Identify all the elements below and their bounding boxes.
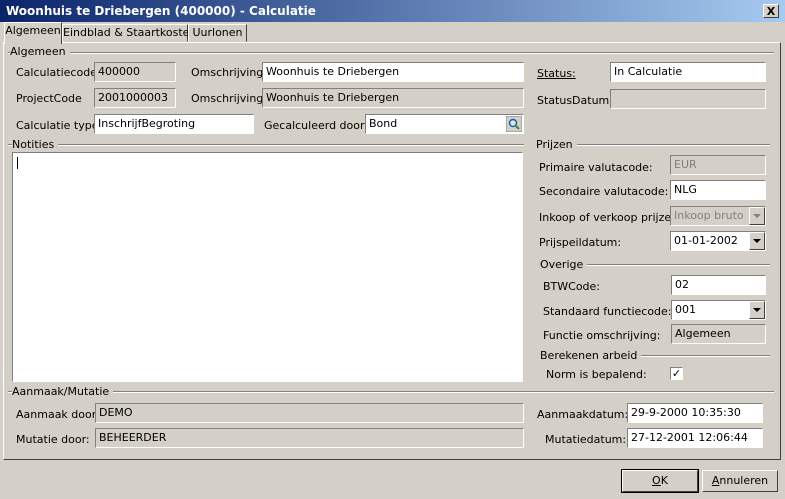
chevron-down-icon[interactable]	[749, 301, 765, 319]
projectcode-field: 2001000003	[94, 88, 176, 108]
projectcode-label: ProjectCode	[16, 92, 82, 105]
mutatie-divider	[8, 391, 774, 393]
aanmaakdatum-label: Aanmaakdatum:	[537, 408, 629, 421]
overige-title: Overige	[540, 258, 588, 271]
group-algemeen-title: Algemeen	[10, 45, 70, 58]
functieoms-field: Algemeen	[671, 324, 766, 344]
status-label-text: Status:	[537, 67, 576, 80]
btw-input[interactable]: 02	[671, 275, 766, 295]
arbeid-title: Berekenen arbeid	[540, 349, 642, 362]
mutatiedatum-label: Mutatiedatum:	[545, 433, 627, 446]
calculatiecode-field: 400000	[94, 62, 176, 82]
tab-algemeen[interactable]: Algemeen	[4, 22, 62, 44]
secundaire-label: Secondaire valutacode:	[539, 185, 669, 198]
tab-uurlonen-label: Uurlonen	[192, 26, 243, 39]
notities-textarea[interactable]	[12, 152, 523, 382]
chevron-down-icon[interactable]	[749, 232, 765, 250]
aanmaak-door-field: DEMO	[95, 403, 524, 423]
mutatie-title: Aanmaak/Mutatie	[12, 385, 114, 398]
mutatie-door-label: Mutatie door:	[16, 433, 90, 446]
tab-eindblad[interactable]: Eindblad & Staartkosten	[62, 24, 196, 42]
omschrijving2-label: Omschrijving:	[191, 92, 267, 105]
inkoop-value: Inkoop bruto	[674, 209, 744, 222]
omschrijving-input[interactable]: Woonhuis te Driebergen	[262, 62, 524, 82]
close-icon: X	[766, 5, 776, 18]
omschrijving2-field: Woonhuis te Driebergen	[262, 88, 524, 108]
functiecode-label: Standaard functiecode:	[543, 305, 672, 318]
mutatie-door-field: BEHEERDER	[95, 428, 524, 448]
calculatietype-input[interactable]: InschrijfBegroting	[94, 114, 254, 134]
aanmaakdatum-field[interactable]: 29-9-2000 10:35:30	[627, 403, 763, 423]
magnifier-icon[interactable]	[505, 115, 523, 133]
primaire-label: Primaire valutacode:	[539, 161, 653, 174]
tab-uurlonen[interactable]: Uurlonen	[188, 24, 247, 42]
statusdatum-field	[610, 89, 766, 109]
secundaire-input[interactable]: NLG	[670, 180, 766, 200]
chevron-down-icon	[749, 207, 765, 225]
window-title: Woonhuis te Driebergen (400000) - Calcul…	[6, 4, 316, 18]
prijzen-title: Prijzen	[536, 138, 577, 151]
text-caret	[17, 157, 18, 169]
status-input[interactable]: In Calculatie	[610, 62, 766, 82]
prijspeil-label: Prijspeildatum:	[539, 236, 622, 249]
gecalculeerd-input[interactable]: Bond	[365, 114, 524, 134]
close-button[interactable]: X	[763, 4, 779, 18]
statusdatum-label: StatusDatum:	[537, 94, 613, 107]
omschrijving-label: Omschrijving:	[191, 66, 267, 79]
ok-label-rest: K	[660, 474, 668, 487]
notities-divider	[8, 144, 524, 146]
prijspeil-select[interactable]: 01-01-2002	[670, 231, 766, 251]
group-divider	[8, 52, 774, 54]
tab-algemeen-label: Algemeen	[5, 24, 61, 37]
inkoop-select: Inkoop bruto	[670, 206, 766, 226]
prijspeil-value: 01-01-2002	[674, 234, 738, 247]
inkoop-label: Inkoop of verkoop prijzen:	[539, 211, 682, 224]
norm-checkbox[interactable]: ✓	[670, 367, 683, 380]
functiecode-value: 001	[675, 303, 696, 316]
functieoms-label: Functie omschrijving:	[543, 329, 661, 342]
calculatietype-label: Calculatie type:	[16, 119, 103, 132]
gecalculeerd-value: Bond	[369, 117, 398, 130]
notities-label: Notities	[12, 138, 59, 151]
calculatiecode-label: Calculatiecode:	[16, 66, 101, 79]
check-icon: ✓	[671, 367, 682, 380]
tab-eindblad-label: Eindblad & Staartkosten	[63, 26, 197, 39]
btw-label: BTWCode:	[543, 280, 601, 293]
primaire-field: EUR	[670, 155, 766, 175]
mutatiedatum-field[interactable]: 27-12-2001 12:06:44	[627, 428, 763, 448]
norm-label: Norm is bepalend:	[546, 368, 647, 381]
gecalculeerd-label: Gecalculeerd door:	[264, 119, 369, 132]
status-label: Status:	[537, 67, 576, 80]
aanmaak-door-label: Aanmaak door:	[16, 408, 100, 421]
ok-button[interactable]: OK	[621, 469, 699, 493]
ok-accel: O	[652, 474, 661, 487]
cancel-button[interactable]: Annuleren	[702, 470, 778, 492]
functiecode-select[interactable]: 001	[671, 300, 766, 320]
cancel-label-rest: nnuleren	[719, 474, 769, 487]
